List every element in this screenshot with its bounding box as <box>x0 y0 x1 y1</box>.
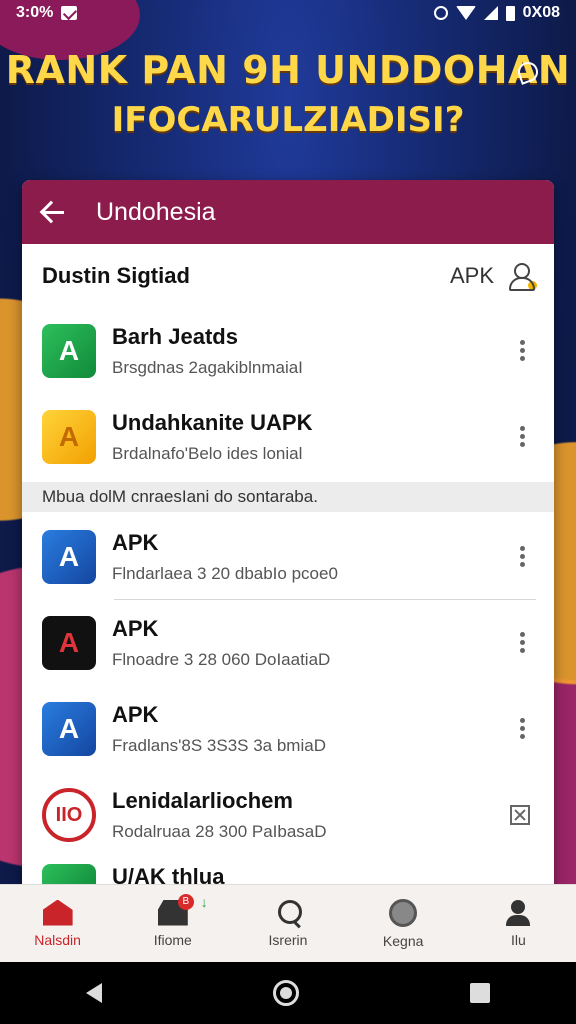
app-bar: Undohesia <box>22 180 554 244</box>
blue-app-icon: A <box>42 530 96 584</box>
more-options-icon[interactable] <box>520 632 526 654</box>
list-item[interactable]: A Barh Jeatds Brsgdnas 2agakiblnmaiaI <box>22 308 554 394</box>
nav-label: Kegna <box>382 932 424 949</box>
more-options-icon[interactable] <box>520 426 526 448</box>
list-item[interactable]: A APK Flnoadre 3 28 060 DoIaatiaD <box>22 600 554 686</box>
app-bar-title: Undohesia <box>96 197 216 226</box>
nav-label: Nalsdin <box>34 931 81 948</box>
list-item[interactable]: A APK Fradlans'8S 3S3S 3a bmiaD <box>22 686 554 772</box>
nav-item-profile[interactable]: Ilu <box>468 899 568 948</box>
item-title: APK <box>112 616 159 641</box>
home-circle-icon[interactable] <box>272 980 299 1006</box>
home-icon <box>42 899 73 926</box>
nav-label: Ifiome <box>153 931 192 948</box>
close-box-icon[interactable] <box>510 805 530 825</box>
promo-banner: RANK PAN 9H UNDDOHAN IFOCARULZIADISI? <box>0 48 576 140</box>
green-app-icon: A <box>42 324 96 378</box>
system-navigation <box>0 962 576 1024</box>
section-apk-label[interactable]: APK <box>450 263 494 289</box>
status-right-text: 0X08 <box>522 4 560 21</box>
globe-icon <box>389 898 418 927</box>
more-options-icon[interactable] <box>520 718 526 740</box>
item-subtitle: Flnoadre 3 28 060 DoIaatiaD <box>112 650 331 669</box>
main-card: Undohesia Dustin Sigtiad APK A Barh Jeat… <box>22 180 554 920</box>
nav-item-store[interactable]: B ↓ Ifiome <box>123 893 223 948</box>
status-time: 3:0% <box>16 4 54 21</box>
recents-icon[interactable] <box>470 983 491 1003</box>
item-subtitle: Brdalnafo'Belo ides lonial <box>112 444 303 463</box>
nav-item-search[interactable]: Isrerin <box>238 899 338 948</box>
item-title: Barh Jeatds <box>112 324 238 349</box>
nav-item-globe[interactable]: Kegna <box>353 898 453 949</box>
item-subtitle: Rodalruaa 28 300 PaIbasaD <box>112 822 327 841</box>
list-item[interactable]: A APK Flndarlaea 3 20 dbabIo pcoe0 <box>22 514 554 600</box>
back-arrow-icon[interactable] <box>40 199 66 225</box>
more-options-icon[interactable] <box>520 340 526 362</box>
section-title: Dustin Sigtiad <box>42 263 190 288</box>
item-title: APK <box>112 702 159 727</box>
dark-app-icon: A <box>42 616 96 670</box>
item-subtitle: Fradlans'8S 3S3S 3a bmiaD <box>112 736 326 755</box>
user-icon[interactable] <box>508 263 537 291</box>
list-item[interactable]: A Undahkanite UAPK Brdalnafo'Belo ides l… <box>22 394 554 480</box>
item-subtitle: Flndarlaea 3 20 dbabIo pcoe0 <box>112 564 338 583</box>
list-subheader: Mbua dolM cnraesIani do sontaraba. <box>22 482 554 512</box>
person-icon <box>503 899 533 926</box>
yellow-app-icon: A <box>42 410 96 464</box>
wifi-icon <box>455 6 476 20</box>
list-item[interactable]: IIO Lenidalarliochem Rodalruaa 28 300 Pa… <box>22 772 554 858</box>
store-icon-wrap: B ↓ <box>157 893 208 926</box>
item-subtitle: Brsgdnas 2agakiblnmaiaI <box>112 358 303 377</box>
bottom-navigation: Nalsdin B ↓ Ifiome Isrerin Kegna Ilu <box>0 884 576 962</box>
signal-icon <box>483 6 498 20</box>
notification-badge: B <box>177 893 194 910</box>
mail-icon <box>61 6 78 20</box>
blue-app-icon: A <box>42 702 96 756</box>
item-title: APK <box>112 530 159 555</box>
nav-item-home[interactable]: Nalsdin <box>8 899 108 948</box>
more-options-icon[interactable] <box>520 546 526 568</box>
item-title: Undahkanite UAPK <box>112 410 313 435</box>
search-user-icon <box>273 899 303 926</box>
section-header: Dustin Sigtiad APK <box>22 244 554 308</box>
alarm-icon <box>433 6 448 20</box>
back-icon[interactable] <box>85 983 102 1003</box>
banner-subtitle: IFOCARULZIADISI? <box>111 100 465 140</box>
nav-label: Ilu <box>510 931 526 948</box>
banner-title: RANK PAN 9H UNDDOHAN <box>5 48 571 92</box>
round-app-icon: IIO <box>42 788 96 842</box>
battery-icon <box>505 5 515 21</box>
download-arrow-icon: ↓ <box>200 893 208 910</box>
item-title: Lenidalarliochem <box>112 788 293 813</box>
nav-label: Isrerin <box>268 931 308 948</box>
status-bar: 3:0% 0X08 <box>0 0 576 26</box>
